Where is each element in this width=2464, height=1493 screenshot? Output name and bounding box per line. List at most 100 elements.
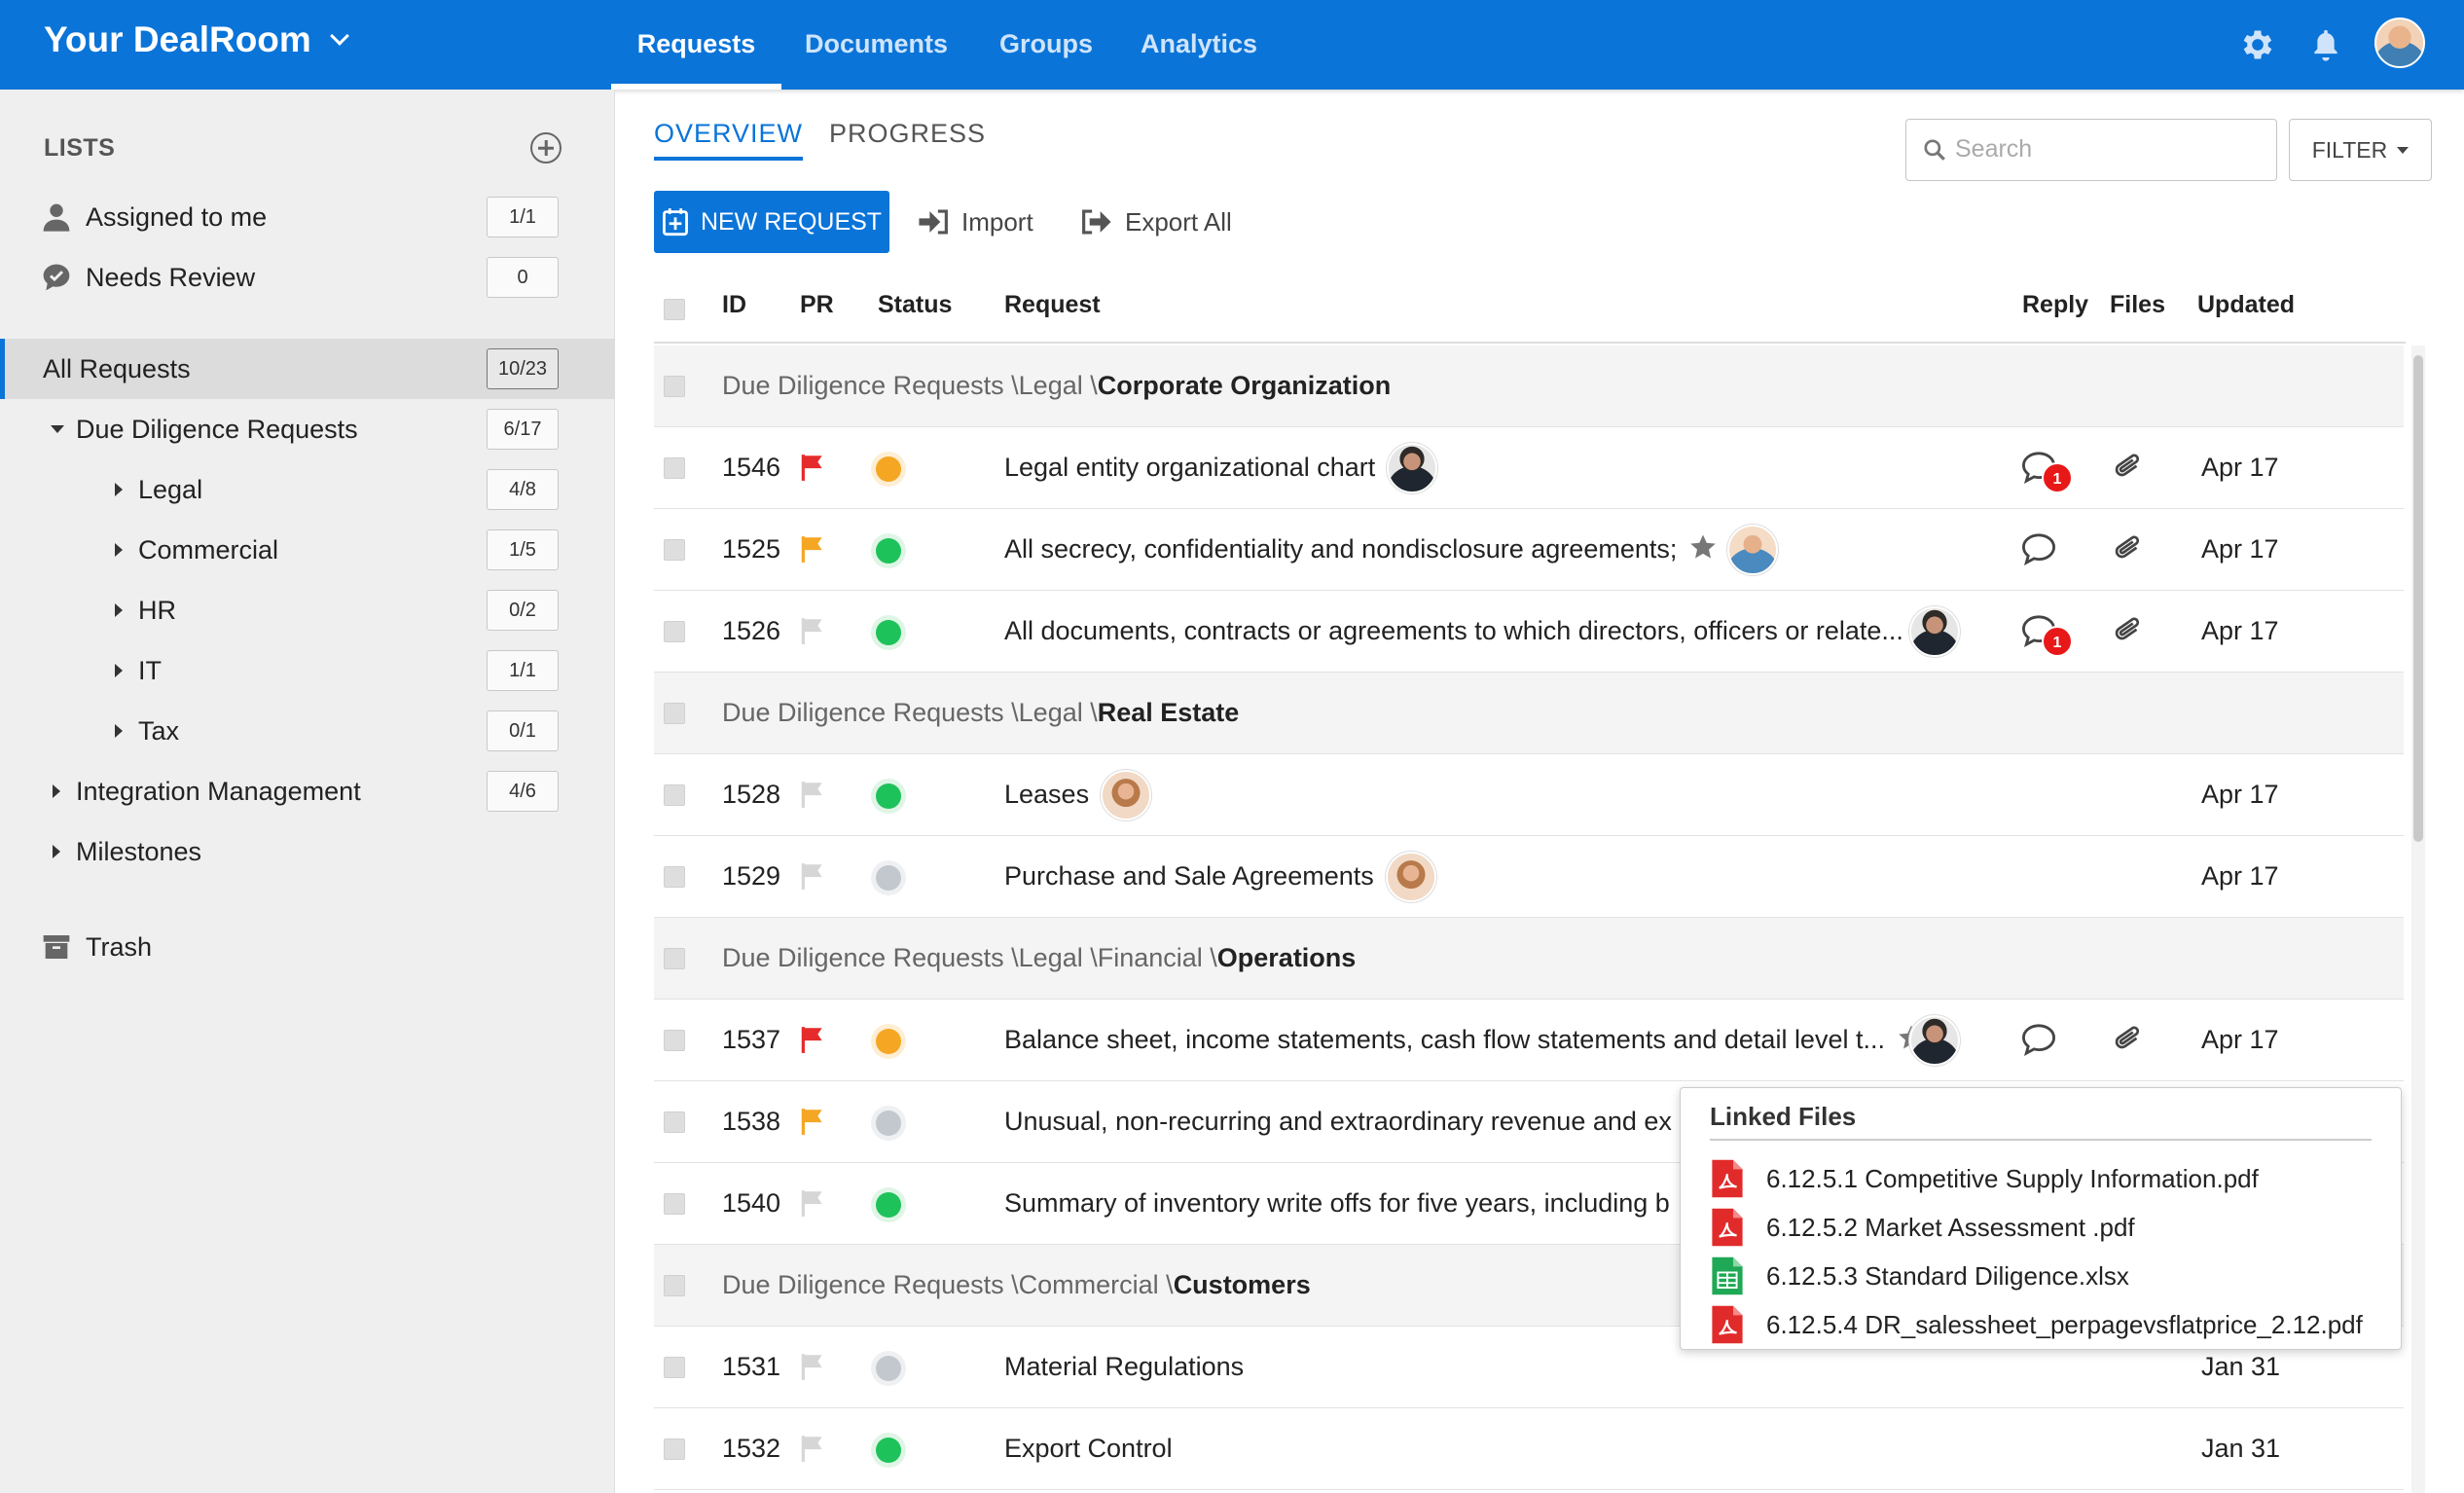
star-icon[interactable] — [1688, 532, 1718, 562]
request-title[interactable]: All documents, contracts or agreements t… — [1004, 616, 1903, 646]
priority-flag-icon[interactable] — [800, 616, 825, 645]
assignee-avatar[interactable] — [1387, 443, 1437, 493]
status-dot[interactable] — [876, 1356, 901, 1381]
new-request-button[interactable]: NEW REQUEST — [654, 191, 889, 253]
comment-icon[interactable] — [2020, 1023, 2057, 1056]
status-dot[interactable] — [876, 1029, 901, 1054]
group-header-row[interactable]: Due Diligence Requests \Legal \Real Esta… — [654, 673, 2404, 754]
table-row[interactable]: 1546 Legal entity organizational chart 1 Ap… — [654, 427, 2404, 509]
status-dot[interactable] — [876, 1111, 901, 1136]
assignee-avatar[interactable] — [1386, 852, 1436, 902]
sidebar-item-it[interactable]: IT 1/1 — [0, 640, 615, 701]
caret-right-icon[interactable] — [115, 603, 123, 617]
request-title[interactable]: All secrecy, confidentiality and nondisc… — [1004, 534, 1677, 564]
priority-flag-icon[interactable] — [800, 1107, 825, 1136]
caret-right-icon[interactable] — [115, 724, 123, 738]
attachment-icon[interactable] — [2112, 612, 2145, 649]
caret-right-icon[interactable] — [53, 784, 60, 798]
scrollbar[interactable] — [2411, 346, 2425, 1493]
status-dot[interactable] — [876, 865, 901, 891]
linked-file-item[interactable]: 6.12.5.3 Standard Diligence.xlsx — [1710, 1254, 2129, 1298]
request-title[interactable]: Export Control — [1004, 1434, 1173, 1464]
row-checkbox[interactable] — [664, 784, 685, 806]
request-title[interactable]: Legal entity organizational chart — [1004, 453, 1375, 483]
add-list-icon[interactable] — [530, 132, 562, 164]
row-checkbox[interactable] — [664, 1111, 685, 1133]
priority-flag-icon[interactable] — [800, 861, 825, 891]
select-all-checkbox[interactable] — [664, 299, 685, 320]
sidebar-item-legal[interactable]: Legal 4/8 — [0, 459, 615, 520]
filter-button[interactable]: FILTER — [2289, 119, 2432, 181]
sidebar-item-trash[interactable]: Trash — [0, 917, 615, 977]
sidebar-item-tax[interactable]: Tax 0/1 — [0, 701, 615, 761]
caret-down-icon[interactable] — [51, 425, 64, 433]
row-checkbox[interactable] — [664, 1357, 685, 1378]
row-checkbox[interactable] — [664, 1030, 685, 1051]
request-title[interactable]: Purchase and Sale Agreements — [1004, 861, 1374, 892]
status-dot[interactable] — [876, 1438, 901, 1463]
priority-flag-icon[interactable] — [800, 780, 825, 809]
status-dot[interactable] — [876, 1192, 901, 1218]
request-title[interactable]: Summary of inventory write offs for five… — [1004, 1188, 1670, 1219]
request-title[interactable]: Balance sheet, income statements, cash f… — [1004, 1025, 1885, 1055]
sidebar-item-hr[interactable]: HR 0/2 — [0, 580, 615, 640]
request-title[interactable]: Material Regulations — [1004, 1352, 1244, 1382]
column-updated[interactable]: Updated — [2197, 291, 2295, 319]
caret-right-icon[interactable] — [115, 664, 123, 677]
status-dot[interactable] — [876, 538, 901, 564]
priority-flag-icon[interactable] — [800, 1434, 825, 1463]
attachment-icon[interactable] — [2112, 449, 2145, 486]
sidebar-item-assigned[interactable]: Assigned to me 1/1 — [0, 187, 615, 247]
priority-flag-icon[interactable] — [800, 1352, 825, 1381]
sidebar-item-milestones[interactable]: Milestones — [0, 821, 615, 882]
comment-icon[interactable] — [2020, 532, 2057, 565]
row-checkbox[interactable] — [664, 703, 685, 724]
column-reply[interactable]: Reply — [2022, 291, 2088, 319]
scrollbar-thumb[interactable] — [2413, 355, 2423, 842]
import-button[interactable]: Import — [917, 191, 1033, 253]
assignee-avatar[interactable] — [1909, 1015, 1960, 1066]
tab-overview[interactable]: OVERVIEW — [654, 119, 804, 161]
group-header-row[interactable]: Due Diligence Requests \Legal \Corporate… — [654, 346, 2404, 427]
row-checkbox[interactable] — [664, 376, 685, 397]
caret-right-icon[interactable] — [115, 483, 123, 496]
priority-flag-icon[interactable] — [800, 1025, 825, 1054]
caret-right-icon[interactable] — [115, 543, 123, 557]
request-title[interactable]: Unusual, non-recurring and extraordinary… — [1004, 1107, 1672, 1137]
table-row[interactable]: 1525 All secrecy, confidentiality and non… — [654, 509, 2404, 591]
assignee-avatar[interactable] — [1727, 525, 1778, 575]
assignee-avatar[interactable] — [1909, 606, 1960, 657]
tab-progress[interactable]: PROGRESS — [829, 119, 986, 149]
bell-icon[interactable] — [2306, 25, 2345, 64]
row-checkbox[interactable] — [664, 621, 685, 642]
tab-documents[interactable]: Documents — [796, 0, 957, 90]
row-checkbox[interactable] — [664, 539, 685, 561]
assignee-avatar[interactable] — [1101, 770, 1151, 820]
table-row[interactable]: 1528 Leases Apr 17 — [654, 754, 2404, 836]
column-files[interactable]: Files — [2110, 291, 2165, 319]
workspace-switcher[interactable]: Your DealRoom — [44, 19, 349, 60]
row-checkbox[interactable] — [664, 1275, 685, 1296]
status-dot[interactable] — [876, 620, 901, 645]
column-id[interactable]: ID — [722, 291, 746, 319]
row-checkbox[interactable] — [664, 866, 685, 888]
column-status[interactable]: Status — [878, 291, 952, 319]
row-checkbox[interactable] — [664, 1438, 685, 1460]
sidebar-item-commercial[interactable]: Commercial 1/5 — [0, 520, 615, 580]
sidebar-item-integration[interactable]: Integration Management 4/6 — [0, 761, 615, 821]
status-dot[interactable] — [876, 456, 901, 482]
row-checkbox[interactable] — [664, 457, 685, 479]
table-row[interactable]: 1526 All documents, contracts or agreemen… — [654, 591, 2404, 673]
sidebar-item-due-diligence[interactable]: Due Diligence Requests 6/17 — [0, 399, 615, 459]
gear-icon[interactable] — [2238, 25, 2277, 64]
tab-requests[interactable]: Requests — [611, 0, 781, 90]
priority-flag-icon[interactable] — [800, 453, 825, 482]
priority-flag-icon[interactable] — [800, 534, 825, 564]
caret-right-icon[interactable] — [53, 845, 60, 858]
group-header-row[interactable]: Due Diligence Requests \Legal \Financial… — [654, 918, 2404, 1000]
attachment-icon[interactable] — [2112, 1021, 2145, 1058]
status-dot[interactable] — [876, 783, 901, 809]
linked-file-item[interactable]: 6.12.5.4 DR_salessheet_perpagevsflatpric… — [1710, 1302, 2363, 1347]
sidebar-item-all-requests[interactable]: All Requests 10/23 — [0, 339, 615, 399]
user-avatar[interactable] — [2374, 18, 2425, 68]
